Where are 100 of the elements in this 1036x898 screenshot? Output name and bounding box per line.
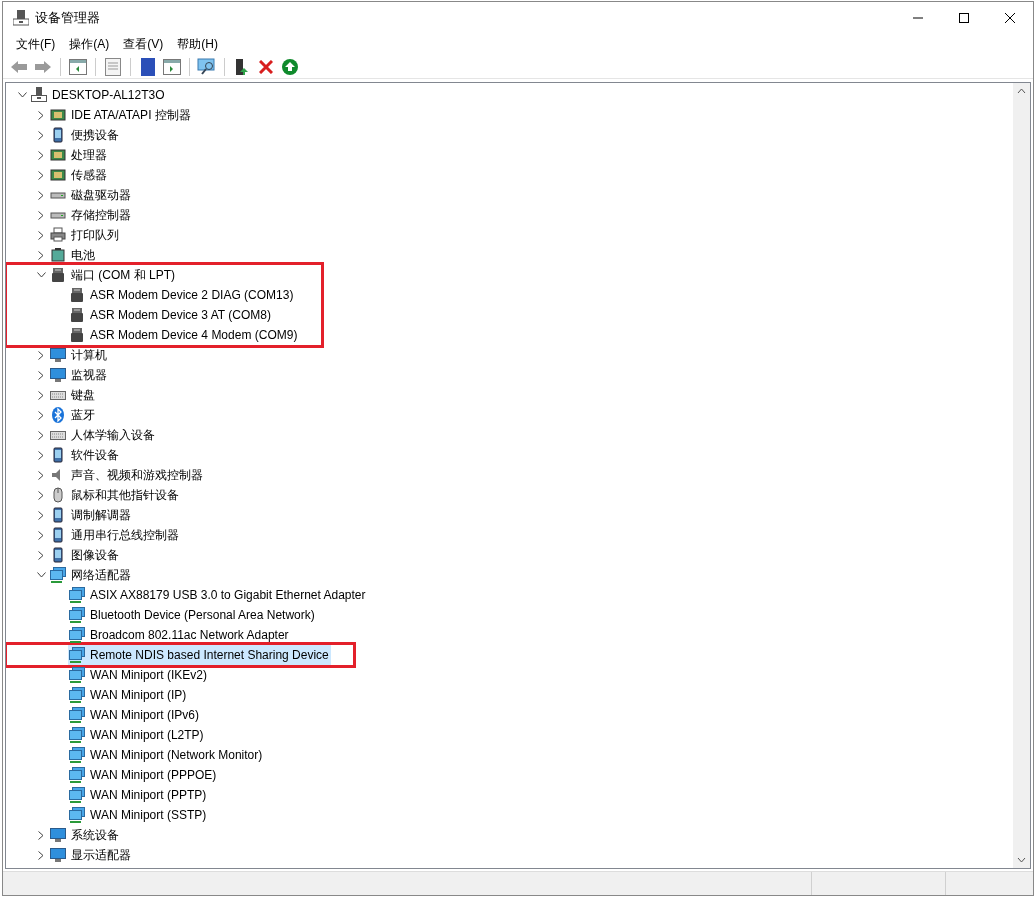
tree-item[interactable]: WAN Miniport (L2TP) (68, 725, 206, 745)
chevron-right-icon[interactable] (38, 830, 44, 840)
chevron-right-icon[interactable] (38, 510, 44, 520)
menu-item[interactable]: 文件(F) (9, 34, 63, 54)
network-adapter-icon (69, 787, 85, 803)
tree-item[interactable]: ASR Modem Device 2 DIAG (COM13) (68, 285, 296, 305)
monitor-icon (50, 827, 66, 843)
chevron-down-icon[interactable] (36, 572, 46, 578)
chevron-right-icon[interactable] (38, 230, 44, 240)
maximize-icon (959, 12, 969, 23)
tree-item[interactable]: 计算机 (49, 345, 109, 365)
close-icon (1005, 12, 1015, 23)
tree-item[interactable]: ASR Modem Device 4 Modem (COM9) (68, 325, 300, 345)
network-adapter-icon (69, 707, 85, 723)
port-connector-icon (69, 287, 85, 303)
device-icon (50, 447, 66, 463)
tree-item[interactable]: Bluetooth Device (Personal Area Network) (68, 605, 317, 625)
tree-item[interactable]: 处理器 (49, 145, 109, 165)
tree-item[interactable]: 网络适配器 (49, 565, 133, 585)
chevron-right-icon[interactable] (38, 150, 44, 160)
battery-icon (50, 247, 66, 263)
menu-item[interactable]: 帮助(H) (170, 34, 225, 54)
console-tree-button[interactable] (68, 56, 88, 77)
chevron-right-icon[interactable] (38, 410, 44, 420)
chevron-right-icon[interactable] (38, 550, 44, 560)
chip-icon (50, 167, 66, 183)
tree-item[interactable]: ASIX AX88179 USB 3.0 to Gigabit Ethernet Adapter (68, 585, 368, 605)
menu-item[interactable]: 查看(V) (116, 34, 171, 54)
help-button[interactable] (138, 56, 158, 77)
chevron-right-icon[interactable] (38, 850, 44, 860)
chevron-right-icon[interactable] (38, 430, 44, 440)
computer-icon (31, 87, 47, 103)
printer-icon (50, 227, 66, 243)
tree-item[interactable]: 人体学输入设备 (49, 425, 157, 445)
tree-item[interactable]: WAN Miniport (IP) (68, 685, 189, 705)
scrollbar[interactable] (1013, 83, 1030, 868)
tree-item[interactable]: ASR Modem Device 3 AT (COM8) (68, 305, 273, 325)
monitor-icon (50, 367, 66, 383)
chevron-right-icon[interactable] (38, 370, 44, 380)
chevron-right-icon[interactable] (38, 110, 44, 120)
tree-item[interactable]: 端口 (COM 和 LPT) (49, 265, 177, 285)
chevron-right-icon[interactable] (38, 250, 44, 260)
bluetooth-icon (50, 407, 66, 423)
action-pane-button[interactable] (162, 56, 182, 77)
network-adapter-icon (69, 607, 85, 623)
tree-item[interactable]: WAN Miniport (IPv6) (68, 705, 201, 725)
chevron-right-icon[interactable] (38, 490, 44, 500)
tree-item[interactable]: WAN Miniport (PPTP) (68, 785, 209, 805)
network-adapter-icon (69, 807, 85, 823)
network-adapter-icon (69, 627, 85, 643)
chip-icon (50, 107, 66, 123)
tree-item[interactable]: 传感器 (49, 165, 109, 185)
tree-item[interactable]: 软件设备 (49, 445, 121, 465)
tree-item[interactable]: 调制解调器 (49, 505, 133, 525)
device-icon (50, 507, 66, 523)
tree-item[interactable]: 监视器 (49, 365, 109, 385)
port-connector-icon (50, 267, 66, 283)
chevron-down-icon[interactable] (17, 92, 27, 98)
chip-icon (50, 147, 66, 163)
tree-item[interactable]: 通用串行总线控制器 (49, 525, 181, 545)
tree-item[interactable]: Broadcom 802.11ac Network Adapter (68, 625, 291, 645)
tree-item[interactable]: DESKTOP-AL12T3O (30, 85, 167, 105)
chevron-right-icon[interactable] (38, 530, 44, 540)
tree-item[interactable]: WAN Miniport (IKEv2) (68, 665, 209, 685)
monitor-icon (50, 347, 66, 363)
tree-item[interactable]: 系统设备 (49, 825, 121, 845)
tree-item[interactable]: 键盘 (49, 385, 97, 405)
chevron-right-icon[interactable] (38, 390, 44, 400)
port-connector-icon (69, 327, 85, 343)
tree-item[interactable]: 鼠标和其他指针设备 (49, 485, 181, 505)
properties-button[interactable] (103, 56, 123, 77)
network-adapter-icon (50, 567, 66, 583)
chevron-right-icon[interactable] (38, 470, 44, 480)
chevron-right-icon[interactable] (38, 210, 44, 220)
menu-item[interactable]: 操作(A) (62, 34, 117, 54)
chevron-down-icon[interactable] (36, 272, 46, 278)
tree-item[interactable]: 便携设备 (49, 125, 121, 145)
tree-item[interactable]: WAN Miniport (PPPOE) (68, 765, 219, 785)
chevron-right-icon[interactable] (38, 190, 44, 200)
mouse-icon (50, 487, 66, 503)
tree-item[interactable]: 显示适配器 (49, 845, 133, 865)
tree-item[interactable]: IDE ATA/ATAPI 控制器 (49, 105, 193, 125)
scan-hardware-button[interactable] (197, 56, 217, 77)
tree-item[interactable]: WAN Miniport (SSTP) (68, 805, 209, 825)
chevron-right-icon[interactable] (38, 450, 44, 460)
chevron-right-icon[interactable] (38, 350, 44, 360)
tree-item[interactable]: 存储控制器 (49, 205, 133, 225)
network-adapter-icon (69, 727, 85, 743)
tree-item[interactable]: 磁盘驱动器 (49, 185, 133, 205)
tree-item[interactable]: 图像设备 (49, 545, 121, 565)
tree-item[interactable]: 电池 (49, 245, 97, 265)
chevron-right-icon[interactable] (38, 130, 44, 140)
device-icon (50, 527, 66, 543)
enable-device-button[interactable] (280, 56, 300, 77)
tree-item[interactable]: 打印队列 (49, 225, 121, 245)
chevron-right-icon[interactable] (38, 170, 44, 180)
tree-item[interactable]: WAN Miniport (Network Monitor) (68, 745, 265, 765)
tree-item[interactable]: 声音、视频和游戏控制器 (49, 465, 205, 485)
tree-item[interactable]: Remote NDIS based Internet Sharing Device (68, 645, 331, 665)
tree-item[interactable]: 蓝牙 (49, 405, 97, 425)
